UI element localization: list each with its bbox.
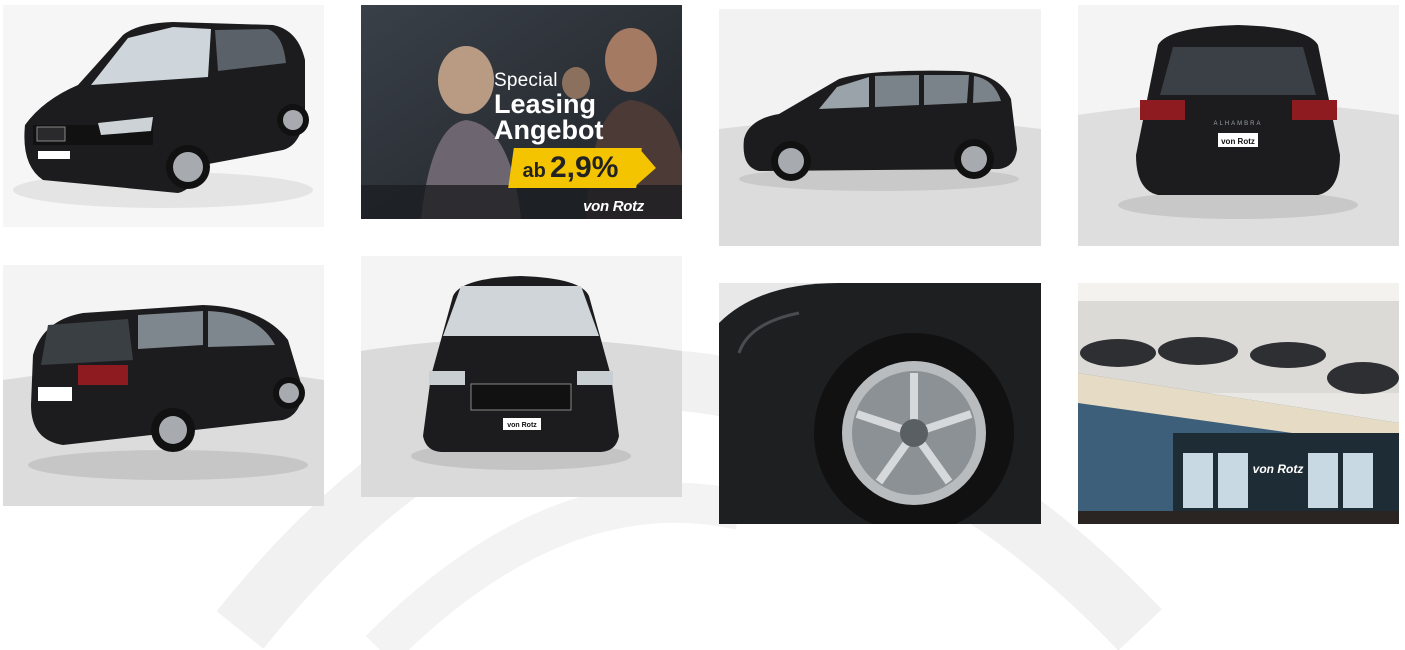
von-rotz-logo: von Rotz <box>583 198 644 215</box>
gallery-photo-dealership[interactable]: von Rotz <box>1078 283 1399 524</box>
rear-plate-text: von Rotz <box>1221 137 1255 146</box>
wheel-closeup-image <box>719 283 1041 524</box>
car-front-three-quarter-image <box>3 5 324 227</box>
gallery-photo-front-three-quarter[interactable] <box>3 5 324 227</box>
gallery-photo-side-profile[interactable] <box>719 9 1041 246</box>
car-rear-three-quarter-image <box>3 265 324 506</box>
front-plate-text: von Rotz <box>507 422 537 429</box>
gallery-photo-rear[interactable]: von Rotz ALHAMBRA <box>1078 5 1399 246</box>
banner-headline: Special Leasing Angebot <box>494 70 604 145</box>
gallery-photo-front[interactable]: von Rotz <box>361 256 682 497</box>
banner-leasing-text: Leasing <box>494 89 597 119</box>
rear-model-badge: ALHAMBRA <box>1213 121 1262 127</box>
car-rear-image: von Rotz ALHAMBRA <box>1078 5 1399 246</box>
banner-special-text: Special <box>494 70 558 91</box>
car-front-image: von Rotz <box>361 256 682 497</box>
gallery-photo-rear-three-quarter[interactable] <box>3 265 324 506</box>
leasing-offer-banner[interactable]: Special Leasing Angebot ab 2,9% von Rotz <box>361 5 682 219</box>
banner-rate-badge: ab 2,9% <box>508 148 656 188</box>
banner-rate-value: 2,9% <box>550 151 619 184</box>
dealership-showroom-image: von Rotz <box>1078 283 1399 524</box>
car-side-profile-image <box>719 9 1041 246</box>
banner-rate-prefix: ab <box>522 160 546 182</box>
showroom-sign-text: von Rotz <box>1253 462 1304 476</box>
banner-angebot-text: Angebot <box>494 115 604 145</box>
gallery-photo-wheel-detail[interactable] <box>719 283 1041 524</box>
